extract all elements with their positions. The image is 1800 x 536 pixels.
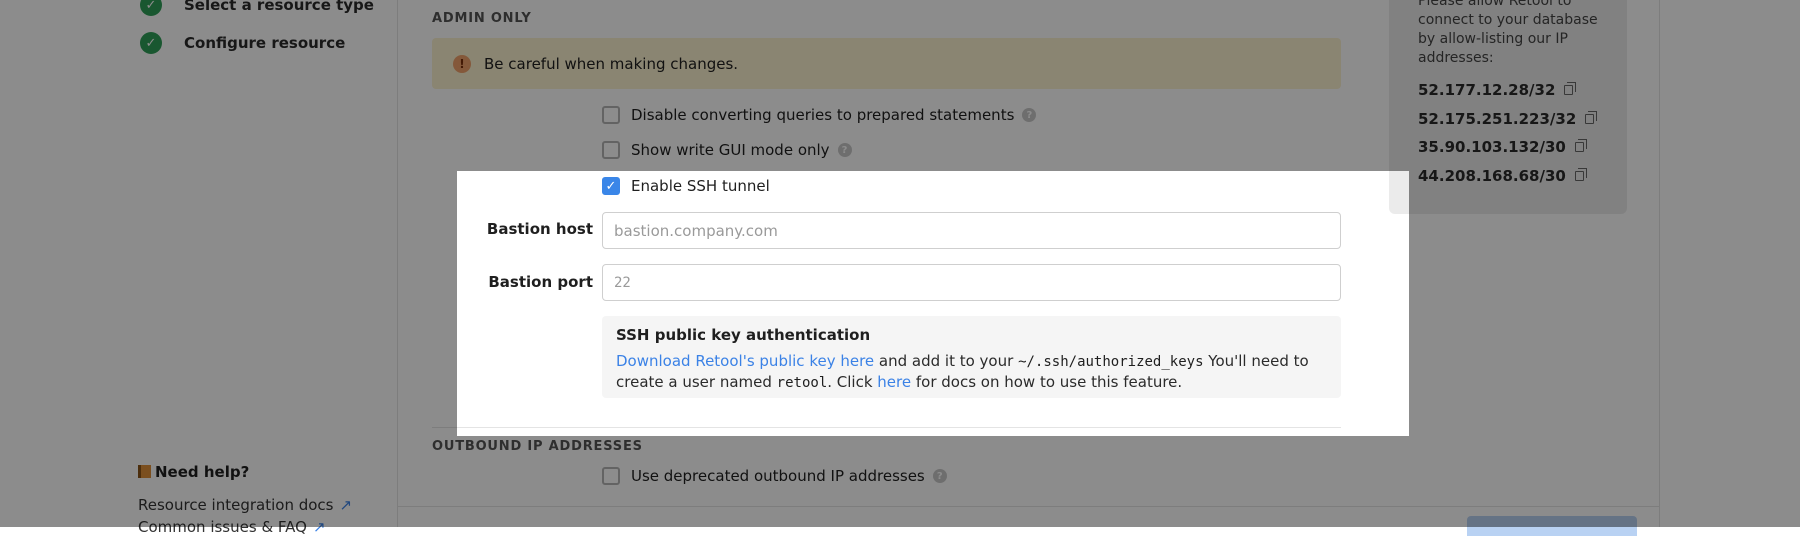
bastion-port-input[interactable]: 22 [602, 264, 1341, 301]
section-divider [432, 427, 1341, 428]
step-select-resource-type[interactable]: ✓ Select a resource type [140, 0, 374, 16]
external-link-icon: ↗ [339, 496, 353, 514]
checkbox-checked[interactable]: ✓ [602, 177, 620, 195]
help-icon[interactable]: ? [1022, 108, 1037, 122]
ip-address-row: 52.175.251.223/32 [1418, 110, 1598, 128]
option-label: Use deprecated outbound IP addresses [631, 467, 925, 485]
create-resource-button[interactable] [1467, 516, 1637, 536]
checkbox[interactable] [602, 467, 620, 485]
ip-address-row: 52.177.12.28/32 [1418, 81, 1577, 99]
ssh-key-info-box: SSH public key authentication Download R… [602, 316, 1341, 398]
bastion-port-placeholder: 22 [614, 274, 631, 291]
outbound-ip-heading: OUTBOUND IP ADDRESSES [432, 439, 643, 454]
option-deprecated-outbound-ips[interactable]: Use deprecated outbound IP addresses ? [602, 467, 947, 485]
footer-divider [398, 506, 1660, 507]
docs-link[interactable]: here [877, 373, 911, 391]
copy-icon[interactable] [1585, 111, 1598, 124]
download-public-key-link[interactable]: Download Retool's public key here [616, 352, 874, 370]
help-heading: Need help? [138, 463, 249, 481]
admin-only-heading: ADMIN ONLY [432, 11, 532, 26]
option-enable-ssh-tunnel[interactable]: ✓ Enable SSH tunnel [602, 177, 770, 195]
option-write-gui-only[interactable]: Show write GUI mode only ? [602, 141, 852, 159]
help-icon[interactable]: ? [837, 143, 852, 157]
option-label: Disable converting queries to prepared s… [631, 106, 1015, 124]
bastion-port-label: Bastion port [488, 273, 593, 291]
ip-allowlist-description: Please allow Retool to connect to your d… [1418, 0, 1598, 66]
bastion-host-input[interactable]: bastion.company.com [602, 212, 1341, 249]
external-link-icon: ↗ [312, 518, 326, 536]
check-circle-icon: ✓ [140, 32, 162, 54]
copy-icon[interactable] [1574, 139, 1587, 152]
ip-address-row: 44.208.168.68/30 [1418, 167, 1587, 185]
copy-icon[interactable] [1574, 168, 1587, 181]
step-label: Configure resource [184, 34, 346, 52]
exclamation-icon: ! [453, 54, 471, 73]
step-configure-resource[interactable]: ✓ Configure resource [140, 32, 345, 54]
bastion-host-label: Bastion host [486, 220, 593, 238]
book-icon [138, 465, 151, 478]
option-label: Enable SSH tunnel [631, 177, 770, 195]
authorized-keys-path: ~/.ssh/authorized_keys [1018, 354, 1204, 370]
common-issues-faq-link[interactable]: Common issues & FAQ ↗ [138, 518, 326, 536]
help-icon[interactable]: ? [932, 469, 947, 483]
option-label: Show write GUI mode only [631, 141, 830, 159]
ip-address-row: 35.90.103.132/30 [1418, 138, 1587, 156]
step-label: Select a resource type [184, 0, 374, 14]
checkbox[interactable] [602, 141, 620, 159]
ssh-info-body: Download Retool's public key here and ad… [616, 352, 1309, 391]
warning-banner: ! Be careful when making changes. [432, 38, 1341, 89]
check-circle-icon: ✓ [140, 0, 162, 16]
bastion-host-placeholder: bastion.company.com [614, 221, 778, 240]
ssh-username: retool [776, 375, 828, 391]
sidebar: ✓ Select a resource type ✓ Configure res… [0, 0, 398, 536]
ssh-info-title: SSH public key authentication [616, 326, 871, 344]
option-disable-prepared-statements[interactable]: Disable converting queries to prepared s… [602, 106, 1037, 124]
ip-allowlist-panel: Please allow Retool to connect to your d… [1389, 0, 1627, 214]
warning-text: Be careful when making changes. [484, 54, 739, 73]
checkbox[interactable] [602, 106, 620, 124]
copy-icon[interactable] [1564, 82, 1577, 95]
resource-integration-docs-link[interactable]: Resource integration docs ↗ [138, 496, 352, 514]
